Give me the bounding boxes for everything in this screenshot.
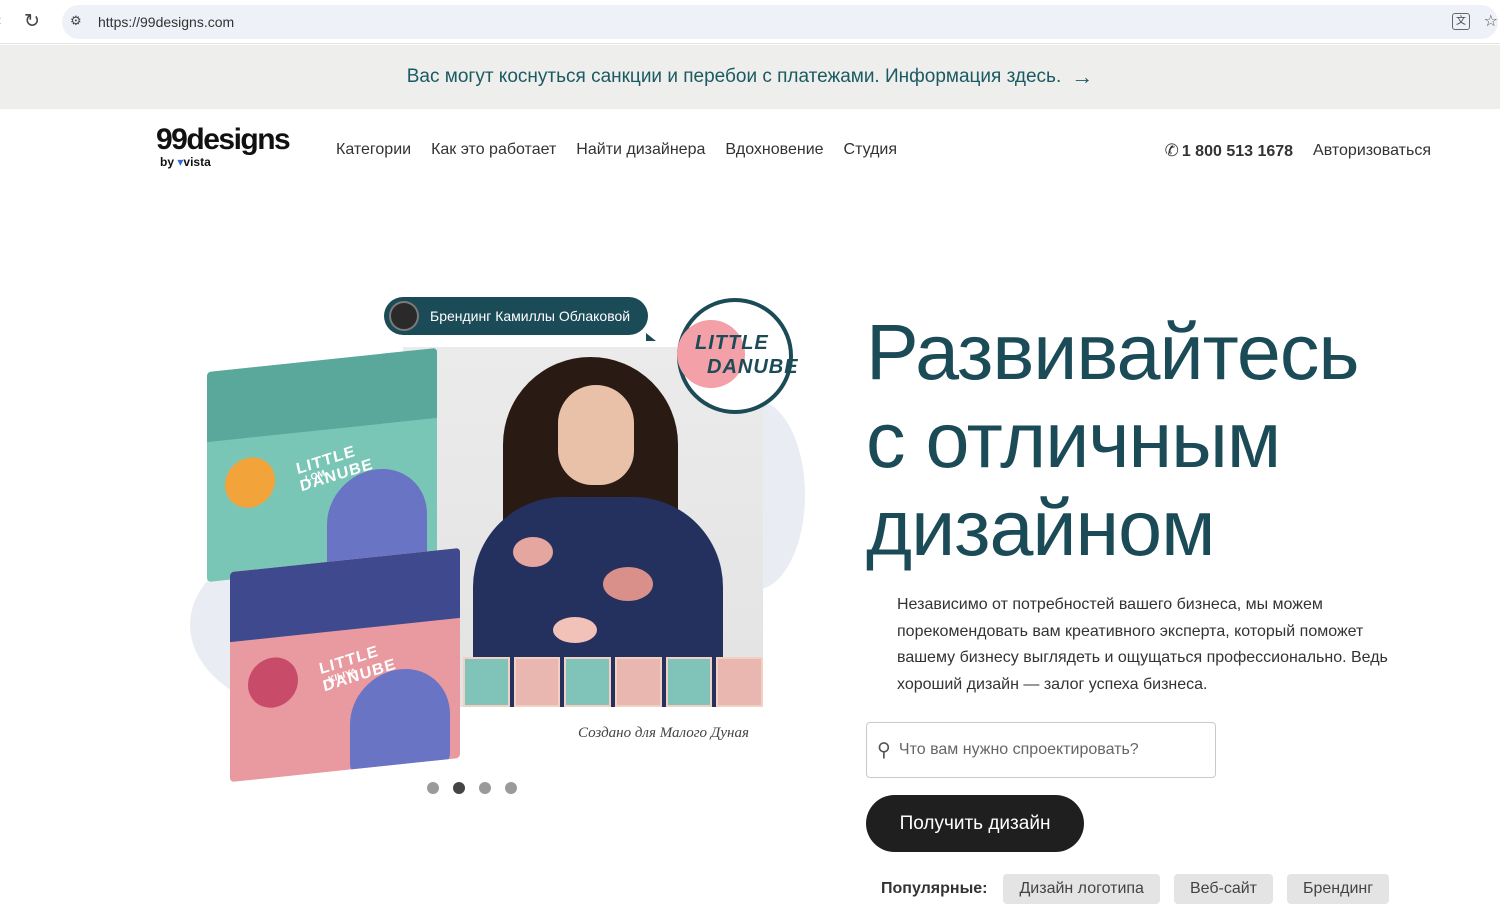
login-link[interactable]: Авторизоваться	[1313, 142, 1431, 160]
nav-categories[interactable]: Категории	[336, 141, 411, 159]
designer-badge-text: Брендинг Камиллы Облаковой	[430, 308, 631, 324]
client-logo-line2: DANUBE	[707, 356, 799, 378]
back-arrow-icon[interactable]: ‹	[0, 12, 1, 30]
popular-label: Популярные:	[881, 880, 988, 897]
logo-by: by	[160, 155, 175, 169]
design-search[interactable]: ⚲	[866, 722, 1216, 778]
chip-logo-design[interactable]: Дизайн логотипа	[1003, 874, 1160, 904]
sanctions-banner: Вас могут коснуться санкции и перебои с …	[0, 45, 1500, 109]
url-text[interactable]: https://99designs.com	[98, 14, 234, 30]
product-box-kiliya: LITTLE DANUBE KILIYA	[230, 547, 460, 783]
headline-line: дизайном	[866, 483, 1215, 572]
carousel-dot[interactable]	[505, 782, 517, 794]
client-logo-line1: LITTLE	[695, 332, 769, 354]
phone-number: 1 800 513 1678	[1181, 143, 1294, 160]
main-nav: Категории Как это работает Найти дизайне…	[336, 141, 897, 159]
carousel-dots	[427, 782, 517, 794]
address-bar[interactable]: ⚙ https://99designs.com 文 ☆	[62, 5, 1498, 39]
translate-icon[interactable]: 文	[1452, 13, 1470, 30]
product-box-lom: LITTLE DANUBE LOM	[207, 347, 437, 583]
hero-visual: LITTLE DANUBE LOM LITTLE DANUBE KILIYA Б…	[185, 290, 825, 783]
carousel-dot-active[interactable]	[453, 782, 465, 794]
client-logo: LITTLE DANUBE	[677, 298, 798, 414]
arrow-right-icon: →	[1071, 64, 1094, 89]
header-contact: ✆ 1 800 513 1678 Авторизоваться	[1165, 141, 1431, 161]
chip-branding[interactable]: Брендинг	[1287, 874, 1390, 904]
chip-website[interactable]: Веб-сайт	[1173, 874, 1273, 904]
get-design-button[interactable]: Получить дизайн	[866, 795, 1084, 852]
browser-toolbar: ‹ ↻ ⚙ https://99designs.com 文 ☆	[0, 0, 1500, 44]
sanctions-info-link[interactable]: Вас могут коснуться санкции и перебои с …	[407, 64, 1093, 90]
search-icon: ⚲	[877, 739, 891, 761]
headline-line: Развивайтесь	[866, 307, 1359, 396]
image-caption: Создано для Малого Дуная	[578, 725, 749, 741]
banner-text: Вас могут коснуться санкции и перебои с …	[406, 66, 1062, 87]
star-icon[interactable]: ☆	[1484, 11, 1498, 31]
nav-inspiration[interactable]: Вдохновение	[725, 141, 823, 159]
site-settings-icon[interactable]: ⚙	[70, 13, 82, 29]
hero-headline: Развивайтесь с отличным дизайном	[866, 308, 1466, 572]
headline-line: с отличным	[866, 395, 1281, 484]
nav-how-it-works[interactable]: Как это работает	[431, 141, 556, 159]
popular-categories: Популярные: Дизайн логотипа Веб-сайт Бре…	[881, 874, 1390, 904]
carousel-dot[interactable]	[427, 782, 439, 794]
reload-icon[interactable]: ↻	[24, 10, 40, 33]
logo-vista: vista	[183, 155, 211, 169]
logo[interactable]: 99designs by ▾vista	[156, 123, 291, 170]
avatar	[389, 301, 419, 331]
design-search-input[interactable]	[898, 741, 1189, 759]
logo-byline: by ▾vista	[160, 155, 289, 169]
nav-studio[interactable]: Студия	[844, 141, 897, 159]
phone-icon: ✆	[1164, 141, 1179, 160]
phone-link[interactable]: ✆ 1 800 513 1678	[1165, 141, 1293, 161]
carousel-dot[interactable]	[479, 782, 491, 794]
hero-description: Независимо от потребностей вашего бизнес…	[897, 596, 1388, 693]
logo-wordmark: 99designs	[156, 123, 291, 156]
nav-find-designer[interactable]: Найти дизайнера	[576, 141, 705, 159]
designer-badge[interactable]: Брендинг Камиллы Облаковой	[384, 297, 657, 341]
